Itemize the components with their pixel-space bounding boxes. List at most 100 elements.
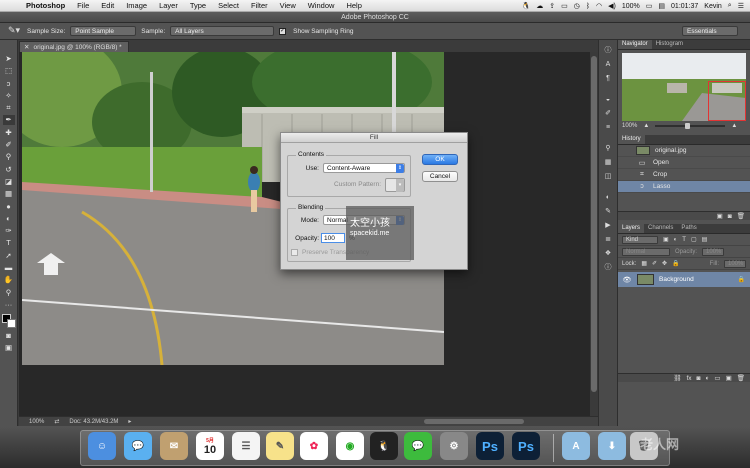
color-swatches[interactable] — [1, 314, 16, 329]
cloud-icon[interactable]: ☁ — [536, 2, 543, 10]
layer-style-icon[interactable]: fx — [686, 375, 691, 382]
wechat-icon[interactable]: 💬 — [404, 432, 432, 460]
history-item-crop[interactable]: ⌗ Crop — [618, 169, 750, 181]
brush-tool-icon[interactable]: ✐ — [3, 140, 15, 150]
menu-view[interactable]: View — [274, 1, 302, 10]
lasso-tool-icon[interactable]: ↄ — [3, 79, 15, 89]
filter-pixel-icon[interactable]: ▣ — [663, 236, 669, 243]
notes-icon[interactable]: ✎ — [266, 432, 294, 460]
opacity-field[interactable]: 100 — [321, 233, 345, 243]
brush-preset-icon[interactable]: ✐ — [602, 109, 614, 119]
tab-navigator[interactable]: Navigator — [618, 40, 652, 49]
quick-mask-icon[interactable]: ◙ — [3, 331, 15, 341]
background-color-swatch[interactable] — [6, 319, 16, 329]
quick-select-tool-icon[interactable]: ✧ — [3, 91, 15, 101]
eyedropper-tool-preset-icon[interactable]: ✎▾ — [8, 25, 22, 37]
link-layers-icon[interactable]: ⛓ — [673, 374, 681, 382]
bluetooth-icon[interactable]: ᛒ — [586, 3, 590, 10]
vertical-scroll-thumb[interactable] — [591, 56, 597, 392]
info-panel-icon[interactable]: ⓘ — [602, 46, 614, 56]
preserve-transparency-checkbox[interactable] — [291, 249, 298, 256]
use-select[interactable]: Content-Aware ⇕ — [323, 163, 405, 173]
filter-smart-icon[interactable]: ▤ — [702, 236, 708, 243]
menu-app-name[interactable]: Photoshop — [20, 1, 71, 10]
menu-layer[interactable]: Layer — [153, 1, 184, 10]
tab-histogram[interactable]: Histogram — [652, 40, 687, 49]
display-icon[interactable]: ▭ — [561, 2, 568, 10]
chrome-icon[interactable]: ◉ — [336, 432, 364, 460]
lock-transparent-icon[interactable]: ▦ — [641, 260, 647, 267]
ok-button[interactable]: OK — [422, 154, 458, 165]
calendar-icon[interactable]: 5月 10 — [196, 432, 224, 460]
new-document-from-state-icon[interactable]: ▣ — [717, 212, 723, 220]
document-tab[interactable]: ✕ original.jpg @ 100% (RGB/8) * — [19, 41, 129, 52]
shape-tool-icon[interactable]: ▬ — [3, 263, 15, 273]
brush-panel-icon[interactable]: ≡ — [602, 123, 614, 133]
properties-panel-icon[interactable]: ≣ — [602, 235, 614, 245]
menu-image[interactable]: Image — [120, 1, 153, 10]
type-tool-icon[interactable]: T — [3, 238, 15, 248]
photos-icon[interactable]: ✿ — [300, 432, 328, 460]
layer-kind-filter[interactable]: Kind — [622, 235, 658, 244]
navigator-zoom-value[interactable]: 100% — [622, 123, 637, 129]
wifi-icon[interactable]: ◠ — [596, 2, 602, 10]
actions-panel-icon[interactable]: ▶ — [602, 221, 614, 231]
tool-presets-icon[interactable]: ✎ — [602, 207, 614, 217]
zoom-slider-knob[interactable] — [685, 123, 691, 129]
sampling-ring-checkbox[interactable] — [279, 27, 287, 35]
screen-mode-icon[interactable]: ▣ — [3, 343, 15, 353]
crop-tool-icon[interactable]: ⌗ — [3, 103, 15, 113]
finder-icon[interactable]: ☺ — [88, 432, 116, 460]
libraries-panel-icon[interactable]: ❖ — [602, 249, 614, 259]
new-layer-icon[interactable]: ▣ — [726, 374, 732, 382]
workspace-select[interactable]: Essentials — [682, 26, 738, 36]
tab-channels[interactable]: Channels — [644, 224, 677, 233]
dodge-tool-icon[interactable]: ◐ — [3, 214, 15, 224]
layer-name[interactable]: Background — [659, 276, 694, 283]
battery-icon[interactable]: ▭ — [646, 2, 653, 10]
messages-icon[interactable]: 💬 — [124, 432, 152, 460]
navigator-zoom-slider[interactable] — [655, 123, 726, 129]
menu-help[interactable]: Help — [340, 1, 367, 10]
zoom-out-icon[interactable]: ▲ — [643, 123, 649, 129]
status-doc-info[interactable]: Doc: 43.2M/43.2M — [69, 419, 118, 425]
volume-icon[interactable]: ◀) — [608, 2, 616, 10]
flag-icon[interactable]: ▤ — [658, 2, 665, 10]
delete-layer-icon[interactable]: 🗑 — [737, 374, 745, 382]
history-brush-tool-icon[interactable]: ↺ — [3, 165, 15, 175]
eyedropper-tool-icon[interactable]: ✒ — [2, 115, 15, 126]
color-panel-icon[interactable]: ◐ — [602, 193, 614, 203]
mail-stamp-icon[interactable]: ✉ — [160, 432, 188, 460]
filter-shape-icon[interactable]: ▢ — [691, 236, 697, 243]
photoshop-icon[interactable]: Ps — [512, 432, 540, 460]
hand-tool-icon[interactable]: ✋ — [3, 275, 15, 285]
lock-all-icon[interactable]: 🔒 — [672, 260, 679, 267]
notification-center-icon[interactable]: ☰ — [738, 2, 744, 10]
status-zoom[interactable]: 100% — [29, 419, 44, 425]
lock-paint-icon[interactable]: ✐ — [652, 260, 657, 267]
tab-paths[interactable]: Paths — [677, 224, 700, 233]
history-item-lasso[interactable]: ↄ Lasso — [618, 181, 750, 193]
lock-move-icon[interactable]: ✥ — [662, 260, 667, 267]
sample-select[interactable]: All Layers — [170, 26, 275, 36]
pen-tool-icon[interactable]: ✑ — [3, 226, 15, 236]
layer-background[interactable]: 👁 Background 🔒 — [618, 272, 750, 287]
cancel-button[interactable]: Cancel — [422, 171, 458, 182]
adjustment-layer-icon[interactable]: ◐ — [705, 375, 709, 382]
canvas-vertical-scrollbar[interactable] — [590, 52, 598, 416]
new-group-icon[interactable]: ▭ — [714, 374, 720, 382]
zoom-in-icon[interactable]: ▲ — [731, 123, 737, 129]
menu-type[interactable]: Type — [184, 1, 212, 10]
system-preferences-icon[interactable]: ⚙ — [440, 432, 468, 460]
blur-tool-icon[interactable]: ● — [3, 202, 15, 212]
navigator-preview[interactable] — [622, 53, 746, 121]
applications-folder-icon[interactable]: A — [562, 432, 590, 460]
marquee-tool-icon[interactable]: ⬚ — [3, 66, 15, 76]
menubar-user[interactable]: Kevin — [704, 3, 722, 10]
healing-brush-tool-icon[interactable]: ✚ — [3, 128, 15, 138]
adjustments-icon[interactable]: ◒ — [602, 95, 614, 105]
share-icon[interactable]: ⇄ — [54, 418, 59, 425]
horizontal-scroll-thumb[interactable] — [424, 419, 524, 424]
history-snapshot[interactable]: original.jpg — [618, 145, 750, 157]
timeline-panel-icon[interactable]: ⓘ — [602, 263, 614, 273]
